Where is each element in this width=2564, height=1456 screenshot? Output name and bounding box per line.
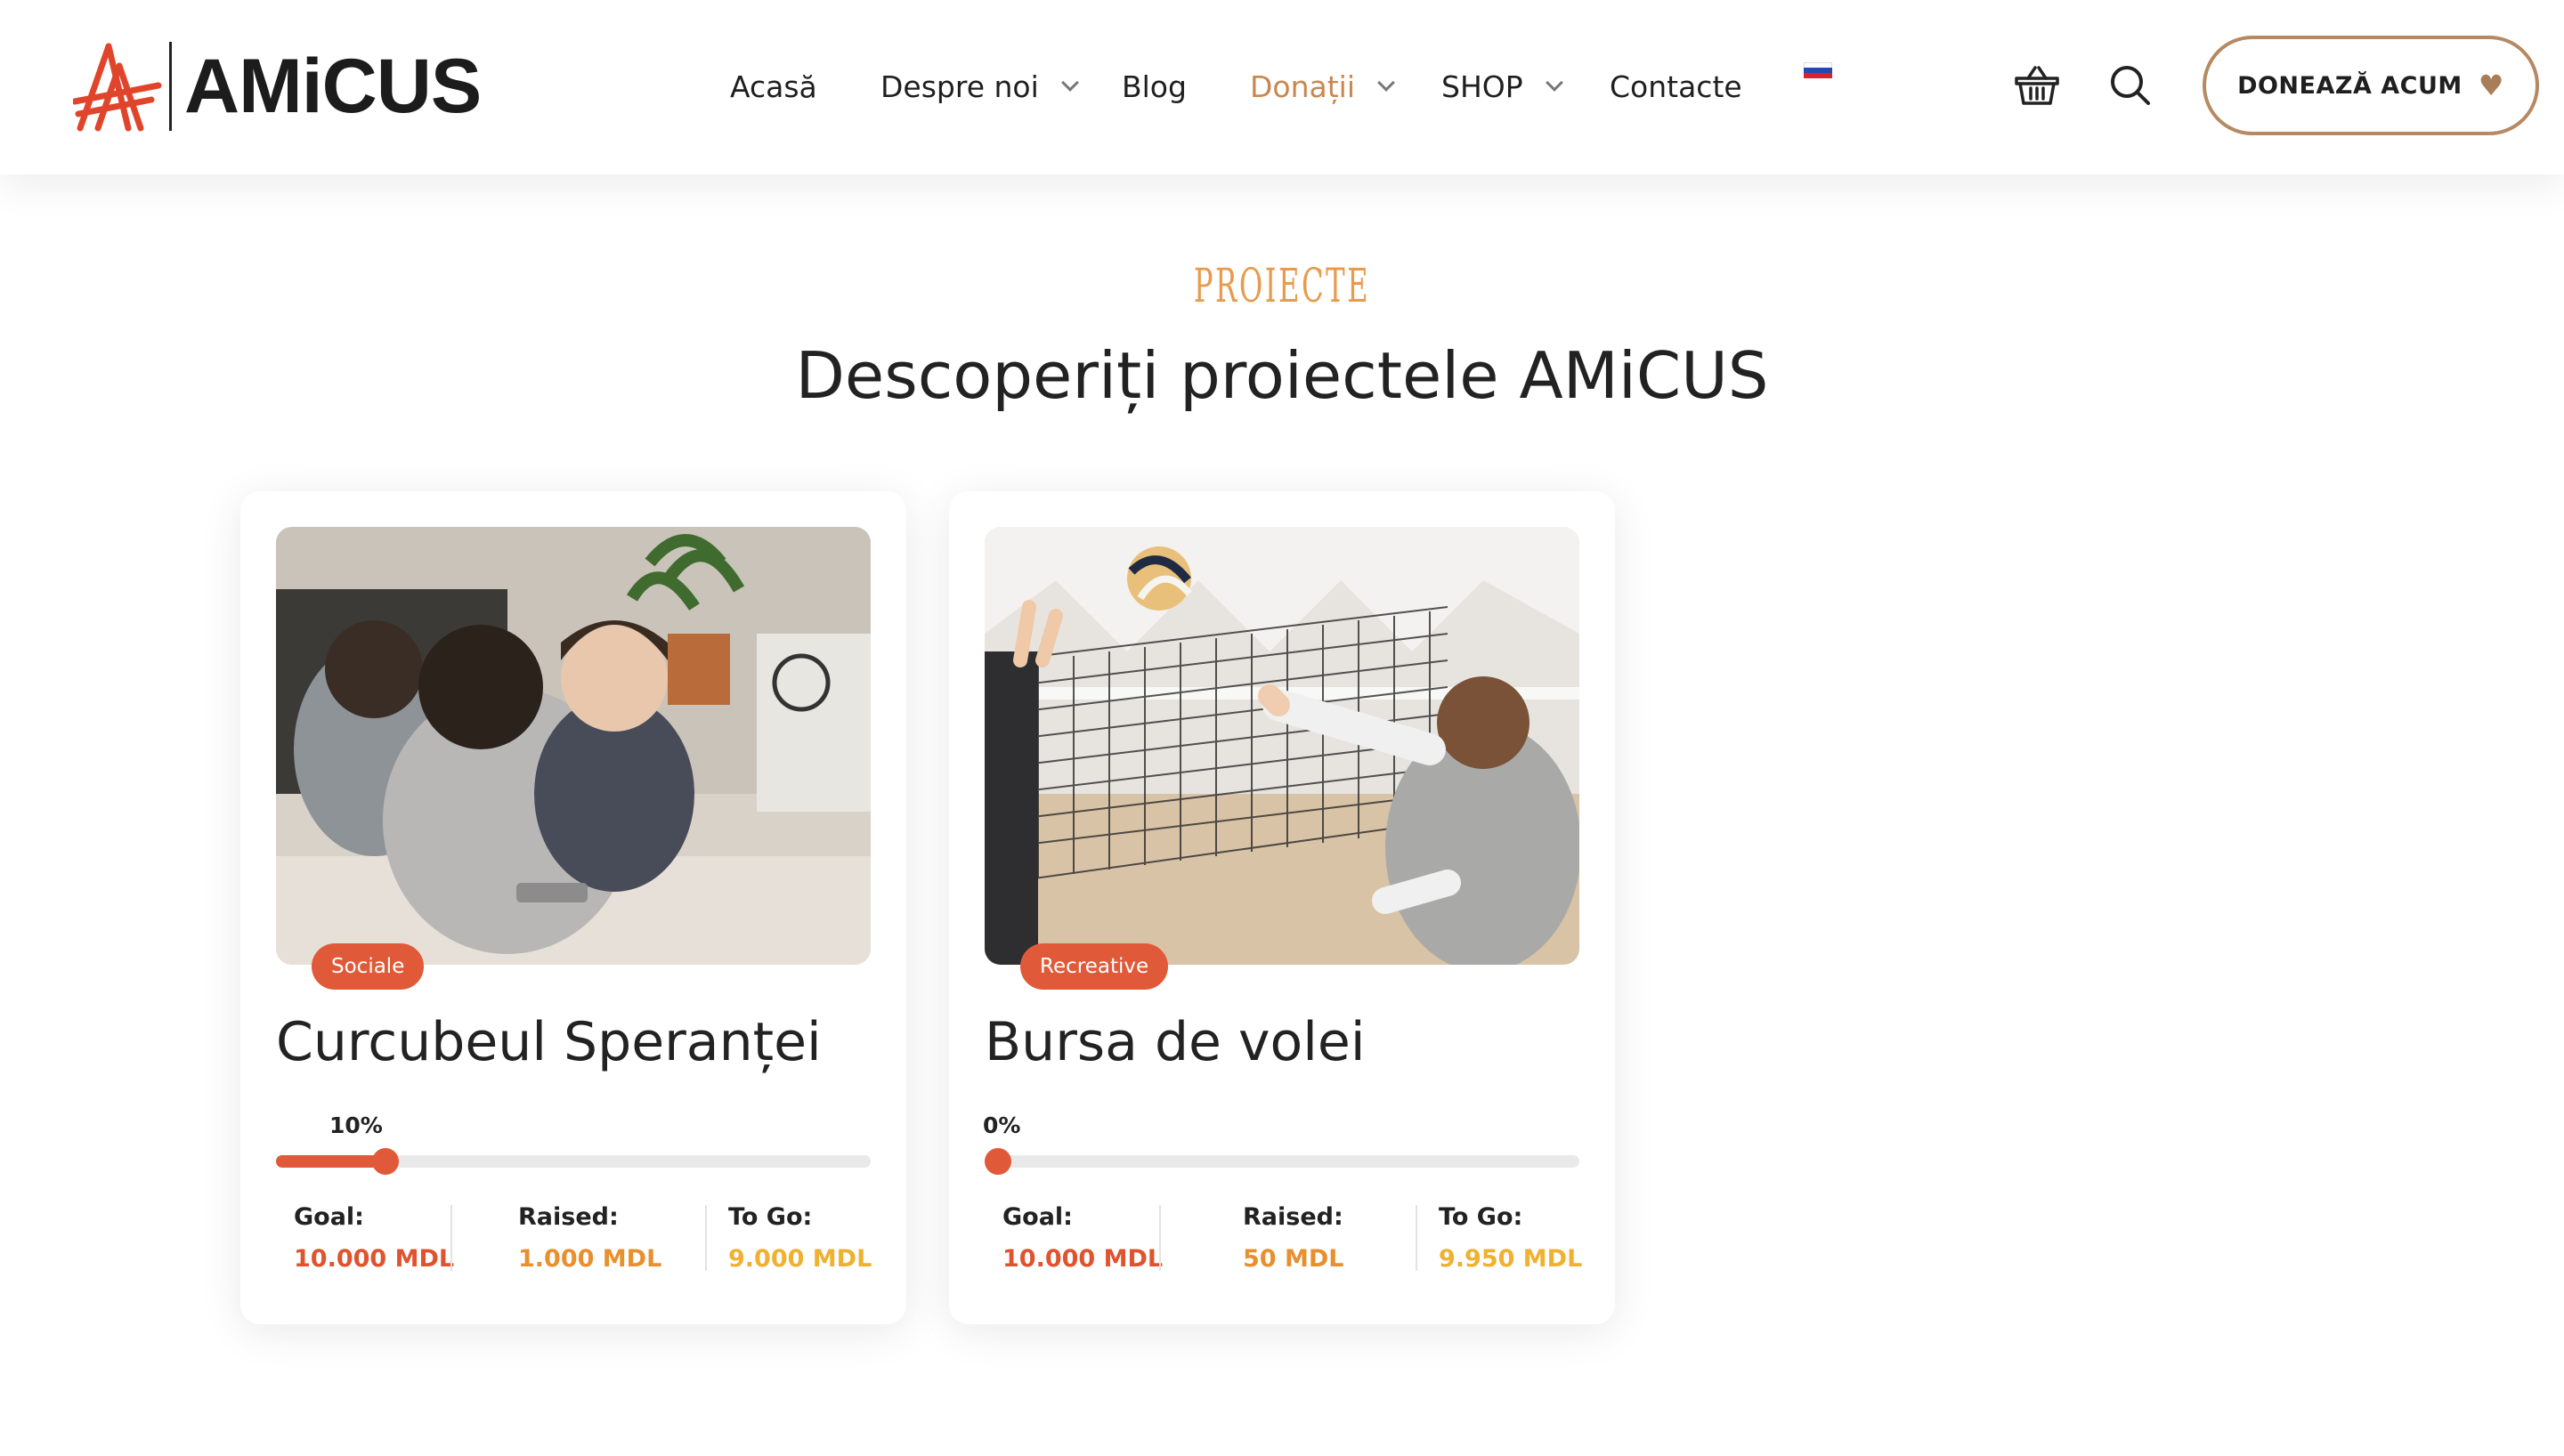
stat-divider bbox=[1416, 1205, 1417, 1271]
progress-bar bbox=[985, 1148, 1579, 1175]
stat-divider bbox=[450, 1205, 452, 1271]
stat-divider bbox=[1159, 1205, 1161, 1271]
main-nav: Acasă Despre noi Blog Donații SHOP Conta… bbox=[0, 0, 2564, 174]
category-badge[interactable]: Recreative bbox=[1020, 943, 1169, 990]
raised-value: 1.000 MDL bbox=[518, 1245, 662, 1273]
search-icon[interactable] bbox=[2106, 61, 2155, 110]
project-image[interactable] bbox=[985, 527, 1579, 965]
category-badge[interactable]: Sociale bbox=[312, 943, 425, 990]
nav-item-label: SHOP bbox=[1441, 69, 1523, 104]
chevron-down-icon bbox=[1377, 74, 1395, 92]
raised-label: Raised: bbox=[1243, 1203, 1343, 1231]
goal-value: 10.000 MDL bbox=[1002, 1245, 1164, 1273]
nav-item-donatii[interactable]: Donații bbox=[1250, 64, 1395, 109]
project-image[interactable] bbox=[276, 527, 871, 965]
donate-button-label: DONEAZĂ ACUM bbox=[2237, 71, 2463, 100]
progress-knob bbox=[985, 1148, 1011, 1175]
togo-value: 9.950 MDL bbox=[1439, 1245, 1583, 1273]
goal-label: Goal: bbox=[294, 1203, 364, 1231]
progress-knob bbox=[371, 1148, 399, 1175]
nav-item-blog[interactable]: Blog bbox=[1122, 64, 1187, 109]
basket-icon[interactable] bbox=[2012, 61, 2062, 110]
togo-value: 9.000 MDL bbox=[728, 1245, 872, 1273]
section-title: Descoperiți proiectele AMiCUS bbox=[795, 338, 1769, 413]
nav-item-label: Despre noi bbox=[880, 69, 1039, 104]
togo-label: To Go: bbox=[1439, 1203, 1523, 1231]
nav-item-label: Acasă bbox=[730, 69, 817, 104]
nav-item-label: Blog bbox=[1122, 69, 1187, 104]
progress-bar bbox=[276, 1148, 871, 1175]
chevron-down-icon bbox=[1545, 74, 1563, 92]
goal-stat: Goal: 10.000 MDL bbox=[1002, 1203, 1163, 1273]
nav-item-label: Contacte bbox=[1610, 69, 1742, 104]
progress-fill bbox=[276, 1155, 385, 1168]
progress-percent: 10% bbox=[329, 1112, 383, 1138]
nav-item-shop[interactable]: SHOP bbox=[1441, 64, 1563, 109]
goal-stat: Goal: 10.000 MDL bbox=[294, 1203, 454, 1273]
goal-value: 10.000 MDL bbox=[294, 1245, 455, 1273]
donate-now-button[interactable]: DONEAZĂ ACUM ♥ bbox=[2203, 36, 2539, 135]
project-title[interactable]: Curcubeul Speranței bbox=[276, 1011, 822, 1073]
raised-label: Raised: bbox=[518, 1203, 619, 1231]
project-card[interactable]: Recreative Bursa de volei 0% Goal: 10.00… bbox=[949, 491, 1615, 1324]
site-header: AMiCUS Acasă Despre noi Blog Donații SHO… bbox=[0, 0, 2564, 174]
russian-flag-icon[interactable] bbox=[1804, 62, 1832, 78]
chevron-down-icon bbox=[1060, 74, 1079, 92]
project-card[interactable]: Sociale Curcubeul Speranței 10% Goal: 10… bbox=[240, 491, 906, 1324]
raised-stat: Raised: 1.000 MDL bbox=[518, 1203, 661, 1273]
goal-label: Goal: bbox=[1002, 1203, 1073, 1231]
progress-percent: 0% bbox=[983, 1112, 1021, 1138]
nav-item-despre-noi[interactable]: Despre noi bbox=[880, 64, 1079, 109]
togo-stat: To Go: 9.950 MDL bbox=[1439, 1203, 1582, 1273]
togo-stat: To Go: 9.000 MDL bbox=[728, 1203, 872, 1273]
raised-value: 50 MDL bbox=[1243, 1245, 1344, 1273]
stat-divider bbox=[705, 1205, 707, 1271]
raised-stat: Raised: 50 MDL bbox=[1243, 1203, 1343, 1273]
section-eyebrow: PROIECTE bbox=[1193, 260, 1371, 313]
nav-item-contacte[interactable]: Contacte bbox=[1610, 64, 1742, 109]
nav-item-label: Donații bbox=[1250, 69, 1356, 104]
heart-icon: ♥ bbox=[2478, 69, 2504, 102]
project-title[interactable]: Bursa de volei bbox=[985, 1011, 1366, 1073]
nav-item-acasa[interactable]: Acasă bbox=[730, 64, 817, 109]
togo-label: To Go: bbox=[728, 1203, 813, 1231]
